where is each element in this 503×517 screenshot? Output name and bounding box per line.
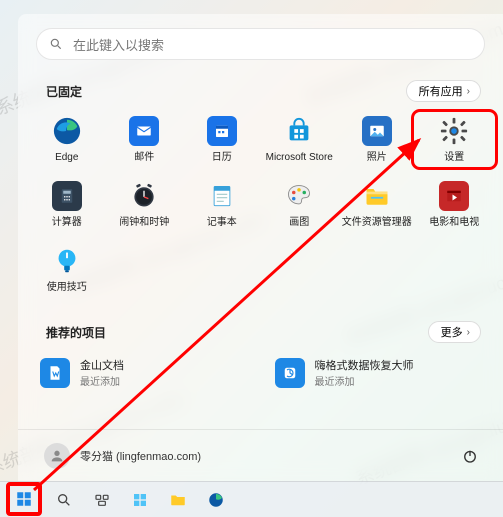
recommended-header: 推荐的项目 更多 › [18, 317, 503, 353]
avatar [44, 443, 70, 469]
tips-icon [52, 246, 82, 276]
clock-icon [129, 181, 159, 211]
app-label: 日历 [212, 152, 232, 163]
app-label: 电影和电视 [429, 217, 479, 228]
recommended-item-title: 嗨格式数据恢复大师 [315, 357, 414, 373]
app-calculator[interactable]: 计算器 [28, 179, 106, 230]
settings-icon [439, 116, 469, 146]
app-notepad[interactable]: 记事本 [183, 179, 261, 230]
recommended-title: 推荐的项目 [46, 324, 106, 341]
app-explorer[interactable]: 文件资源管理器 [338, 179, 416, 230]
power-button[interactable] [459, 445, 481, 467]
search-input[interactable]: 在此键入以搜索 [36, 28, 485, 60]
movies-icon [439, 181, 469, 211]
app-calendar[interactable]: 日历 [183, 114, 261, 165]
app-paint[interactable]: 画图 [261, 179, 339, 230]
pinned-header: 已固定 所有应用 › [18, 76, 503, 112]
app-label: 照片 [367, 152, 387, 163]
app-movies[interactable]: 电影和电视 [416, 179, 494, 230]
recommended-item-sub: 最近添加 [80, 373, 124, 388]
empty-slot [183, 244, 261, 295]
taskview-icon [94, 492, 110, 508]
more-button[interactable]: 更多 › [428, 321, 481, 343]
mail-icon [129, 116, 159, 146]
start-menu: 在此键入以搜索 已固定 所有应用 › Edge 邮件 日历 [18, 14, 503, 481]
all-apps-label: 所有应用 [419, 83, 463, 99]
app-settings[interactable]: 设置 [416, 114, 494, 165]
app-tips[interactable]: 使用技巧 [28, 244, 106, 295]
empty-slot [261, 244, 339, 295]
power-icon [461, 447, 479, 465]
taskbar-search-button[interactable] [48, 486, 80, 514]
search-placeholder: 在此键入以搜索 [73, 35, 164, 54]
recommended-list: 金山文档 最近添加 嗨格式数据恢复大师 最近添加 [18, 353, 503, 392]
taskbar-widgets-button[interactable] [124, 486, 156, 514]
recommended-item-sub: 最近添加 [315, 373, 414, 388]
app-label: 记事本 [207, 217, 237, 228]
all-apps-button[interactable]: 所有应用 › [406, 80, 481, 102]
more-label: 更多 [441, 324, 463, 340]
widgets-icon [132, 492, 148, 508]
app-photos[interactable]: 照片 [338, 114, 416, 165]
app-label: 设置 [444, 152, 464, 163]
app-label: 使用技巧 [47, 282, 87, 293]
app-label: Microsoft Store [266, 152, 333, 163]
pinned-title: 已固定 [46, 83, 82, 100]
edge-icon [52, 116, 82, 146]
user-account-button[interactable]: 零分猫 (lingfenmao.com) [44, 443, 201, 469]
app-label: 文件资源管理器 [342, 217, 412, 228]
calculator-icon [52, 181, 82, 211]
app-label: 画图 [289, 217, 309, 228]
search-icon [56, 492, 72, 508]
pinned-grid: Edge 邮件 日历 Microsoft Store 照片 [18, 112, 503, 295]
windows-icon [15, 490, 33, 508]
recommended-item[interactable]: 金山文档 最近添加 [38, 353, 249, 392]
empty-slot [338, 244, 416, 295]
app-mail[interactable]: 邮件 [106, 114, 184, 165]
explorer-icon [169, 491, 187, 509]
data-recovery-icon [275, 358, 305, 388]
taskbar-explorer-button[interactable] [162, 486, 194, 514]
taskbar [0, 481, 503, 517]
calendar-icon [207, 116, 237, 146]
start-button[interactable] [6, 482, 42, 516]
taskbar-taskview-button[interactable] [86, 486, 118, 514]
store-icon [284, 116, 314, 146]
app-label: 闹钟和时钟 [119, 217, 169, 228]
recommended-item-title: 金山文档 [80, 357, 124, 373]
edge-icon [207, 491, 225, 509]
chevron-right-icon: › [467, 327, 470, 338]
notepad-icon [207, 181, 237, 211]
paint-icon [284, 181, 314, 211]
wps-docs-icon [40, 358, 70, 388]
user-display-name: 零分猫 (lingfenmao.com) [80, 448, 201, 464]
chevron-right-icon: › [467, 86, 470, 97]
app-label: Edge [55, 152, 78, 163]
start-footer: 零分猫 (lingfenmao.com) [18, 429, 503, 481]
app-clock[interactable]: 闹钟和时钟 [106, 179, 184, 230]
app-label: 计算器 [52, 217, 82, 228]
taskbar-edge-button[interactable] [200, 486, 232, 514]
app-edge[interactable]: Edge [28, 114, 106, 165]
photos-icon [362, 116, 392, 146]
explorer-icon [362, 181, 392, 211]
app-store[interactable]: Microsoft Store [261, 114, 339, 165]
search-icon [49, 37, 63, 51]
empty-slot [416, 244, 494, 295]
app-label: 邮件 [134, 152, 154, 163]
empty-slot [106, 244, 184, 295]
recommended-item[interactable]: 嗨格式数据恢复大师 最近添加 [273, 353, 484, 392]
